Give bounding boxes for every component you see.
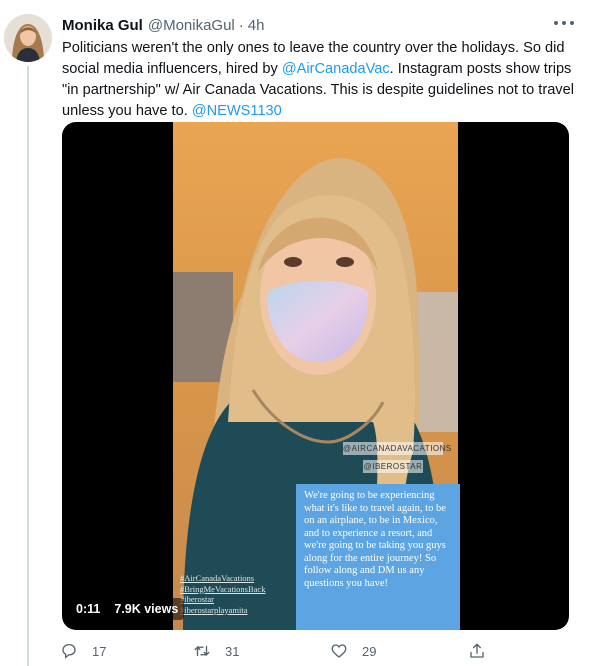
hashtag: #iberostar <box>180 594 214 604</box>
author-handle[interactable]: @MonikaGul <box>148 17 235 34</box>
like-button[interactable]: 29 <box>330 641 376 661</box>
tweet-timestamp[interactable]: 4h <box>248 17 265 34</box>
video-views: 7.9K views <box>114 602 179 616</box>
reply-button[interactable]: 17 <box>60 641 106 661</box>
thread-line <box>27 66 29 666</box>
video-player[interactable]: @AIRCANADAVACATIONS @IBEROSTAR We're goi… <box>62 122 569 630</box>
hashtag: #AirCanadaVacations <box>180 573 255 583</box>
tweet-actions: 17 31 29 <box>60 641 500 661</box>
tweet-text: Politicians weren't the only ones to lea… <box>62 38 574 122</box>
mention-aircanadavac[interactable]: @AirCanadaVac <box>282 61 390 77</box>
ig-tag-iberostar: @IBEROSTAR <box>363 460 423 473</box>
tweet[interactable]: Monika Gul @MonikaGul · 4h Politicians w… <box>0 0 590 666</box>
ig-story-caption: We're going to be experiencing what it's… <box>296 484 460 630</box>
like-count: 29 <box>362 643 377 659</box>
reply-count: 17 <box>92 643 107 659</box>
more-icon[interactable] <box>554 16 574 30</box>
video-meta: 0:11 7.9K views <box>70 598 185 620</box>
mention-news1130[interactable]: @NEWS1130 <box>192 103 282 119</box>
retweet-count: 31 <box>225 643 240 659</box>
tweet-header: Monika Gul @MonikaGul · 4h <box>62 15 264 35</box>
avatar[interactable] <box>4 14 52 62</box>
hashtag: #iberostarplayamita <box>180 604 248 615</box>
hashtag: #BringMeVacationsBack <box>180 583 266 594</box>
author-name[interactable]: Monika Gul <box>62 17 143 34</box>
ig-hashtags: #AirCanadaVacations #BringMeVacationsBac… <box>180 573 290 615</box>
avatar-image <box>4 14 52 62</box>
retweet-button[interactable]: 31 <box>193 641 239 661</box>
ig-tag-aircanadavacations: @AIRCANADAVACATIONS <box>343 442 452 455</box>
reply-icon <box>62 643 76 659</box>
retweet-icon <box>194 645 210 657</box>
share-button[interactable] <box>468 641 486 661</box>
like-icon <box>331 644 347 658</box>
video-time: 0:11 <box>76 602 101 616</box>
separator-dot: · <box>238 16 244 34</box>
share-icon <box>470 643 484 658</box>
